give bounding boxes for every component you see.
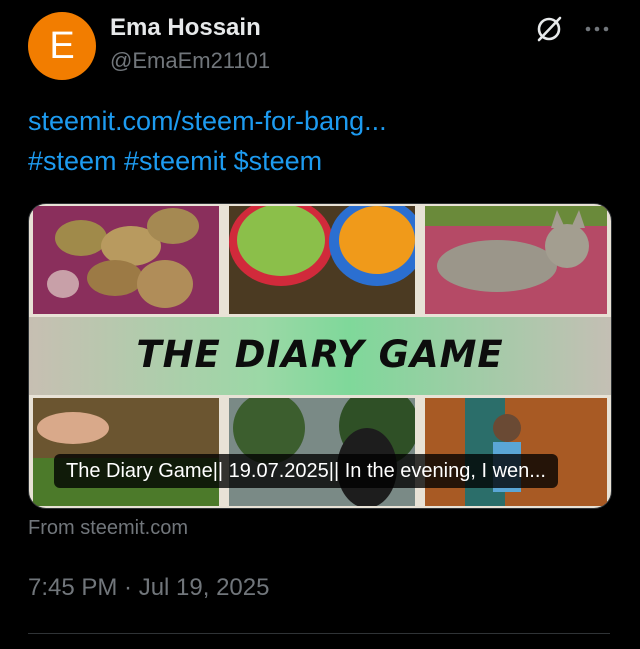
author-name[interactable]: Ema Hossain [110,14,261,42]
photo-cat [425,206,607,314]
photo-sweet-potatoes [33,206,219,314]
photo-hand-grass [33,398,219,506]
grok-icon[interactable] [532,12,566,46]
post-hashtags[interactable]: #steem #steemit $steem [28,146,322,177]
photo-trees-person [229,398,415,506]
more-icon[interactable] [580,12,614,46]
photo-child [425,398,607,506]
card-source[interactable]: From steemit.com [28,517,188,540]
banner-title: THE DIARY GAME [136,333,504,376]
post-timestamp[interactable]: 7:45 PM · Jul 19, 2025 [28,574,269,602]
card-caption[interactable]: The Diary Game|| 19.07.2025|| In the eve… [54,454,558,488]
divider [28,633,610,634]
photo-food-plates [229,206,415,314]
avatar[interactable]: E [28,12,96,80]
post-link[interactable]: steemit.com/steem-for-bang... [28,106,387,137]
link-preview-card[interactable]: THE DIARY GAME The Diary Game|| 19.07.20… [28,203,612,509]
author-handle[interactable]: @EmaEm21101 [110,48,270,74]
